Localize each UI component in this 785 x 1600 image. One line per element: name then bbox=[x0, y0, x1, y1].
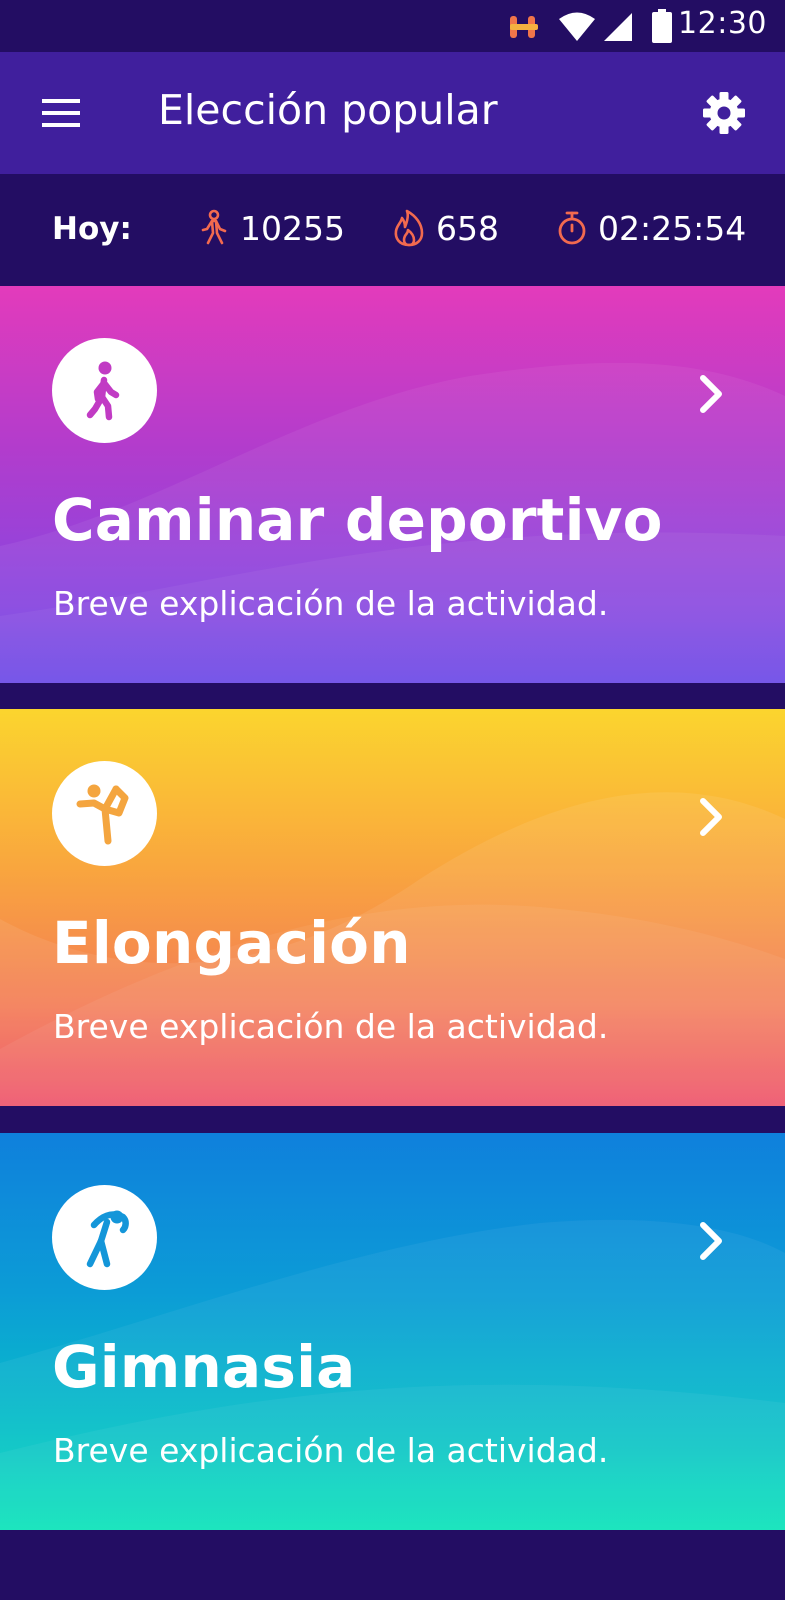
chevron-right-icon[interactable] bbox=[694, 1219, 730, 1263]
walking-person-icon bbox=[201, 209, 227, 245]
calories-value: 658 bbox=[436, 208, 499, 248]
stretching-person-icon bbox=[76, 784, 128, 844]
app-notification-icon bbox=[510, 16, 538, 38]
duration-value: 02:25:54 bbox=[598, 208, 747, 248]
page-title: Elección popular bbox=[158, 86, 498, 134]
activity-description: Breve explicación de la actividad. bbox=[53, 1431, 609, 1470]
stopwatch-icon bbox=[558, 211, 586, 245]
steps-stat: 10255 bbox=[198, 206, 345, 250]
gear-icon[interactable] bbox=[702, 91, 746, 135]
duration-stat: 02:25:54 bbox=[556, 206, 746, 250]
wifi-icon bbox=[559, 12, 595, 41]
calories-stat: 658 bbox=[392, 206, 499, 250]
activity-card-elongacion[interactable]: Elongación Breve explicación de la activ… bbox=[0, 709, 785, 1106]
cell-signal-icon bbox=[604, 13, 632, 41]
activity-badge bbox=[52, 1185, 157, 1290]
flame-icon bbox=[394, 209, 424, 247]
walking-person-icon bbox=[86, 361, 119, 420]
activity-title: Caminar deportivo bbox=[52, 486, 663, 554]
activity-title: Elongación bbox=[52, 909, 411, 977]
chevron-right-icon[interactable] bbox=[694, 795, 730, 839]
chevron-right-icon[interactable] bbox=[694, 372, 730, 416]
steps-value: 10255 bbox=[240, 208, 345, 248]
activity-card-caminar[interactable]: Caminar deportivo Breve explicación de l… bbox=[0, 286, 785, 683]
status-time: 12:30 bbox=[678, 6, 767, 41]
activity-description: Breve explicación de la actividad. bbox=[53, 584, 609, 623]
battery-icon bbox=[652, 9, 672, 43]
activity-card-gimnasia[interactable]: Gimnasia Breve explicación de la activid… bbox=[0, 1133, 785, 1530]
menu-icon[interactable] bbox=[42, 96, 80, 130]
app-bar: Elección popular bbox=[0, 52, 785, 174]
today-label: Hoy: bbox=[52, 211, 132, 247]
activity-badge bbox=[52, 338, 157, 443]
activity-title: Gimnasia bbox=[52, 1333, 356, 1401]
status-bar: 12:30 bbox=[0, 0, 785, 52]
activity-description: Breve explicación de la actividad. bbox=[53, 1007, 609, 1046]
exercise-person-icon bbox=[86, 1210, 129, 1267]
today-stats-bar: Hoy: 10255 658 02:25:54 bbox=[0, 174, 785, 286]
activity-badge bbox=[52, 761, 157, 866]
